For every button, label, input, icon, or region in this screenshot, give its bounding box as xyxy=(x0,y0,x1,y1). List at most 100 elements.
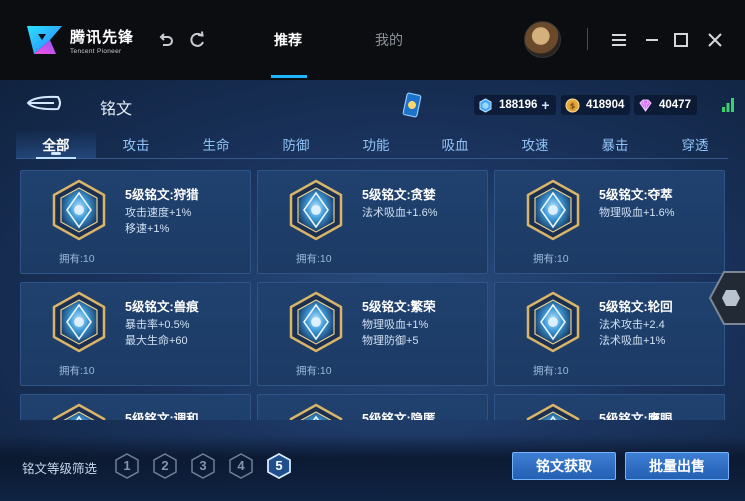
inscription-gem-icon xyxy=(52,179,106,241)
inscription-gem-icon xyxy=(526,291,580,353)
inscription-card[interactable]: 5级铭文:调和 xyxy=(20,394,251,420)
nav-active-indicator xyxy=(271,75,307,78)
inscription-card[interactable]: 5级铭文:鹰眼 xyxy=(494,394,725,420)
level-number: 4 xyxy=(237,458,245,473)
inscription-card[interactable]: 5级铭文:贪婪 法术吸血+1.6% 拥有:10 xyxy=(257,170,488,274)
tab-utility[interactable]: 功能 xyxy=(363,134,390,154)
owned-count: 拥有:10 xyxy=(59,253,95,265)
inscription-name: 5级铭文:轮回 xyxy=(599,300,673,314)
add-gem-coin-icon[interactable]: + xyxy=(541,97,549,113)
inscription-stat: 移速+1% xyxy=(125,223,170,235)
inscription-name: 5级铭文:贪婪 xyxy=(362,188,436,202)
inscription-name: 5级铭文:兽痕 xyxy=(125,300,199,314)
owned-count: 拥有:10 xyxy=(296,253,332,265)
inscription-stat: 暴击率+0.5% xyxy=(125,319,190,331)
owned-count: 拥有:10 xyxy=(296,365,332,377)
tab-attack-speed[interactable]: 攻速 xyxy=(522,134,549,154)
divider xyxy=(587,28,588,50)
level-number: 2 xyxy=(161,458,169,473)
inscription-card[interactable]: 5级铭文:隐匿 xyxy=(257,394,488,420)
inscription-card[interactable]: 5级铭文:繁荣 物理吸血+1% 物理防御+5 拥有:10 xyxy=(257,282,488,386)
gold-coin-counter: $ 418904 xyxy=(561,95,631,115)
side-drawer-handle-icon[interactable] xyxy=(706,268,745,328)
diamond-value: 40477 xyxy=(659,99,691,111)
logo-text-cn: 腾讯先锋 xyxy=(70,28,135,46)
get-inscription-button[interactable]: 铭文获取 xyxy=(512,452,616,480)
tab-penetration[interactable]: 穿透 xyxy=(682,134,709,154)
app-logo: 腾讯先锋 Tencent Pioneer xyxy=(24,22,134,58)
level-number: 1 xyxy=(123,458,131,473)
tab-lifesteal[interactable]: 吸血 xyxy=(442,134,469,154)
menu-icon[interactable] xyxy=(610,31,628,49)
inscription-gem-icon xyxy=(526,179,580,241)
nav-tab-mine[interactable]: 我的 xyxy=(375,30,403,50)
inscription-gem-icon xyxy=(52,291,106,353)
level-filter-label: 铭文等级筛选 xyxy=(22,462,98,476)
inscription-card[interactable]: 5级铭文:狩猎 攻击速度+1% 移速+1% 拥有:10 xyxy=(20,170,251,274)
title-bar: 腾讯先锋 Tencent Pioneer 推荐 我的 xyxy=(0,0,745,80)
inscription-card[interactable]: 5级铭文:夺萃 物理吸血+1.6% 拥有:10 xyxy=(494,170,725,274)
inscription-stat: 法术攻击+2.4 xyxy=(599,319,665,331)
signal-icon xyxy=(722,98,734,112)
gem-coin-icon xyxy=(479,97,492,113)
inscription-gem-icon xyxy=(289,179,343,241)
gem-coin-counter[interactable]: 188196 + xyxy=(474,95,556,115)
inscription-stat: 最大生命+60 xyxy=(125,335,188,347)
diamond-icon xyxy=(639,99,652,112)
owned-count: 拥有:10 xyxy=(59,365,95,377)
inscription-stat: 物理吸血+1% xyxy=(362,319,429,331)
level-number: 3 xyxy=(199,458,207,473)
inscription-gem-icon xyxy=(289,291,343,353)
tab-health[interactable]: 生命 xyxy=(203,134,230,154)
minimize-icon[interactable] xyxy=(643,31,661,49)
level-filter-2[interactable]: 2 xyxy=(152,453,178,479)
owned-count: 拥有:10 xyxy=(533,253,569,265)
inscription-name: 5级铭文:隐匿 xyxy=(362,412,436,420)
maximize-icon[interactable] xyxy=(672,31,690,49)
inscription-stat: 物理防御+5 xyxy=(362,335,419,347)
level-number: 5 xyxy=(275,458,283,473)
inscription-name: 5级铭文:夺萃 xyxy=(599,188,673,202)
gem-coin-value: 188196 xyxy=(499,99,538,111)
level-filter-4[interactable]: 4 xyxy=(228,453,254,479)
inscription-card[interactable]: 5级铭文:兽痕 暴击率+0.5% 最大生命+60 拥有:10 xyxy=(20,282,251,386)
avatar[interactable] xyxy=(524,21,561,58)
tab-attack[interactable]: 攻击 xyxy=(123,134,150,154)
undo-icon[interactable] xyxy=(157,31,175,49)
inscription-card[interactable]: 5级铭文:轮回 法术攻击+2.4 法术吸血+1% 拥有:10 xyxy=(494,282,725,386)
inscription-name: 5级铭文:狩猎 xyxy=(125,188,199,202)
inscription-stat: 物理吸血+1.6% xyxy=(599,207,675,219)
inscription-gem-icon xyxy=(52,403,106,420)
inscription-stat: 法术吸血+1% xyxy=(599,335,666,347)
inscription-stat: 攻击速度+1% xyxy=(125,207,192,219)
inscription-grid: 5级铭文:狩猎 攻击速度+1% 移速+1% 拥有:10 5级铭文:贪婪 法术吸血… xyxy=(20,170,725,420)
game-panel: 铭文 188196 + $ 418904 40477 全部 攻击 生命 防御 功… xyxy=(0,80,745,501)
logo-text-en: Tencent Pioneer xyxy=(70,47,122,55)
footer-bar: 铭文等级筛选 1 2 3 4 5 铭文获取 批量出售 xyxy=(0,435,745,501)
tab-defense[interactable]: 防御 xyxy=(283,134,310,154)
refresh-icon[interactable] xyxy=(188,31,206,49)
level-filter-3[interactable]: 3 xyxy=(190,453,216,479)
inscription-scroll-icon[interactable] xyxy=(402,92,422,118)
logo-icon xyxy=(27,26,62,54)
close-icon[interactable] xyxy=(706,31,724,49)
tab-crit[interactable]: 暴击 xyxy=(602,134,629,154)
inscription-stat: 法术吸血+1.6% xyxy=(362,207,438,219)
inscription-header: 铭文 188196 + $ 418904 40477 xyxy=(0,80,745,128)
inscription-gem-icon xyxy=(526,403,580,420)
inscription-name: 5级铭文:繁荣 xyxy=(362,300,436,314)
back-arrow-icon[interactable] xyxy=(24,94,64,112)
nav-tab-recommend[interactable]: 推荐 xyxy=(274,30,302,50)
gold-coin-value: 418904 xyxy=(586,99,625,111)
inscription-name: 5级铭文:鹰眼 xyxy=(599,412,673,420)
level-filter-5[interactable]: 5 xyxy=(266,452,292,480)
tab-all[interactable]: 全部 xyxy=(43,134,70,154)
inscription-gem-icon xyxy=(289,403,343,420)
svg-text:$: $ xyxy=(570,101,576,110)
category-tabs: 全部 攻击 生命 防御 功能 吸血 攻速 暴击 穿透 xyxy=(16,129,728,159)
level-filter-1[interactable]: 1 xyxy=(114,453,140,479)
inscription-name: 5级铭文:调和 xyxy=(125,412,199,420)
diamond-counter: 40477 xyxy=(634,95,697,115)
owned-count: 拥有:10 xyxy=(533,365,569,377)
bulk-sell-button[interactable]: 批量出售 xyxy=(625,452,729,480)
